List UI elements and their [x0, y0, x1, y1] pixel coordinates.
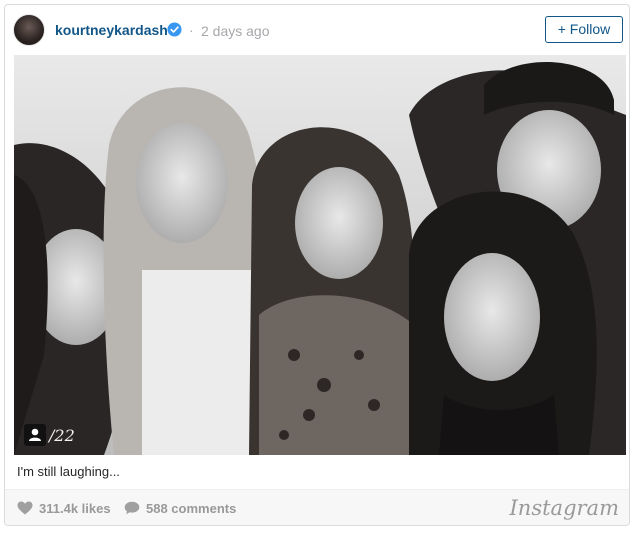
instagram-embed-card: kourtneykardash · 2 days ago + Follow /2… — [4, 4, 630, 526]
photo-overlay-text: /22 — [49, 425, 75, 445]
username-link[interactable]: kourtneykardash — [55, 22, 168, 38]
verified-badge-icon — [167, 22, 182, 37]
follow-button[interactable]: + Follow — [545, 16, 623, 43]
separator-dot: · — [189, 22, 194, 38]
comments-label: 588 comments — [146, 501, 237, 516]
person-tag-icon[interactable] — [24, 424, 46, 446]
avatar[interactable] — [13, 14, 45, 46]
photo-tag-overlay: /22 — [24, 423, 75, 447]
instagram-logo[interactable]: Instagram — [510, 496, 619, 520]
likes-count[interactable]: 311.4k likes — [17, 501, 111, 516]
post-photo[interactable]: /22 — [14, 55, 626, 455]
post-caption: I'm still laughing... — [17, 464, 120, 479]
post-header: kourtneykardash · 2 days ago + Follow — [5, 5, 629, 55]
likes-label: 311.4k likes — [39, 501, 111, 516]
comments-count[interactable]: 588 comments — [124, 501, 236, 516]
post-footer: 311.4k likes 588 comments Instagram — [5, 489, 629, 525]
heart-icon — [17, 501, 33, 515]
post-time[interactable]: 2 days ago — [201, 23, 270, 39]
speech-bubble-icon — [124, 501, 140, 515]
